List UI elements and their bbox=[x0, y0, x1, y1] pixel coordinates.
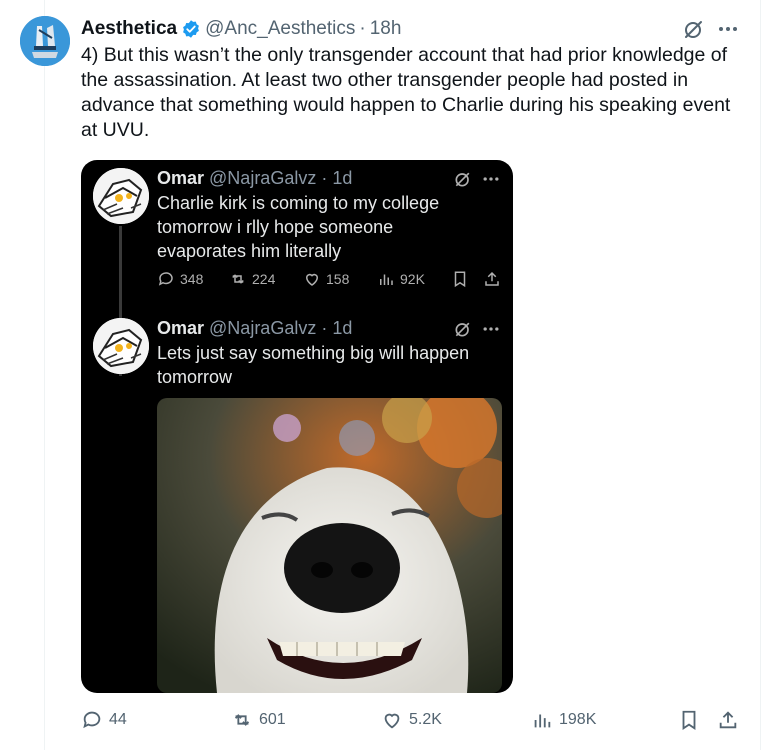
embedded-post-text: Lets just say something big will happen … bbox=[157, 343, 470, 387]
repost-icon bbox=[232, 274, 244, 284]
embedded-views-count: 92K bbox=[400, 271, 425, 287]
embedded-bookmark-icon bbox=[454, 271, 466, 288]
reply-icon bbox=[83, 711, 101, 729]
embedded-grok-icon bbox=[455, 322, 470, 337]
embedded-separator: · bbox=[321, 168, 328, 188]
views-icon bbox=[380, 274, 393, 285]
tweet-text: 4) But this wasn’t the only transgender … bbox=[81, 44, 731, 141]
embedded-avatar bbox=[93, 168, 149, 224]
share-icon[interactable] bbox=[717, 709, 739, 731]
author-name[interactable]: Aesthetica bbox=[81, 18, 177, 40]
embedded-separator: · bbox=[321, 318, 328, 338]
header-separator: · bbox=[359, 18, 366, 39]
tweet-media-screenshot[interactable]: Omar @NajraGalvz · 1d Charlie kirk is co… bbox=[81, 160, 513, 693]
embedded-time: 1d bbox=[332, 168, 353, 188]
embedded-repost-count: 224 bbox=[252, 271, 276, 287]
embedded-action-bar: 348 224 158 92K bbox=[157, 270, 502, 292]
dog-photo-illustration bbox=[157, 398, 502, 693]
embedded-post-text: Charlie kirk is coming to my college tom… bbox=[157, 193, 440, 261]
embedded-handle: @NajraGalvz bbox=[209, 168, 317, 188]
views-icon bbox=[534, 714, 551, 728]
views-button[interactable]: 198K bbox=[531, 709, 596, 731]
anime-avatar-icon bbox=[93, 168, 149, 224]
embedded-more-icon bbox=[483, 327, 499, 331]
repost-icon bbox=[234, 714, 250, 726]
tweet-header: Aesthetica @Anc_Aesthetics · 18h bbox=[81, 16, 401, 42]
reply-count: 44 bbox=[109, 711, 127, 728]
like-icon bbox=[305, 273, 319, 286]
embedded-time: 1d bbox=[332, 318, 353, 338]
embedded-name: Omar bbox=[157, 318, 205, 338]
embedded-handle: @NajraGalvz bbox=[209, 318, 317, 338]
embedded-like: 158 bbox=[303, 270, 349, 288]
statue-avatar-icon bbox=[20, 16, 70, 66]
embedded-reply: 348 bbox=[157, 270, 203, 288]
grok-icon[interactable] bbox=[682, 17, 706, 41]
like-icon bbox=[384, 713, 400, 729]
embedded-avatar bbox=[93, 318, 149, 374]
timeline-divider-left bbox=[44, 0, 45, 750]
anime-avatar-icon bbox=[93, 318, 149, 374]
author-handle[interactable]: @Anc_Aesthetics bbox=[205, 18, 355, 40]
verified-badge-icon bbox=[183, 20, 200, 38]
repost-button[interactable]: 601 bbox=[231, 709, 286, 731]
tweet-timestamp[interactable]: 18h bbox=[370, 18, 402, 40]
embedded-views: 92K bbox=[377, 270, 425, 288]
embedded-name: Omar bbox=[157, 168, 205, 188]
bookmark-icon[interactable] bbox=[678, 709, 700, 731]
embedded-repost: 224 bbox=[229, 270, 275, 288]
embedded-reply-count: 348 bbox=[180, 271, 204, 287]
embedded-more-icon bbox=[483, 177, 499, 181]
like-button[interactable]: 5.2K bbox=[381, 709, 442, 731]
more-icon[interactable] bbox=[716, 17, 740, 41]
embedded-share-icon bbox=[485, 271, 499, 286]
repost-count: 601 bbox=[259, 711, 286, 728]
author-avatar[interactable] bbox=[20, 16, 70, 66]
like-count: 5.2K bbox=[409, 711, 442, 728]
embedded-grok-icon bbox=[455, 172, 470, 187]
views-count: 198K bbox=[559, 711, 597, 728]
embedded-post-header: Omar @NajraGalvz · 1d bbox=[157, 168, 352, 189]
tweet-action-bar: 44 601 5.2K 198K bbox=[81, 709, 741, 735]
embedded-post-header: Omar @NajraGalvz · 1d bbox=[157, 318, 352, 339]
embedded-like-count: 158 bbox=[326, 271, 350, 287]
reply-button[interactable]: 44 bbox=[81, 709, 127, 731]
smiling-dog-image bbox=[157, 398, 502, 693]
reply-icon bbox=[158, 272, 173, 286]
